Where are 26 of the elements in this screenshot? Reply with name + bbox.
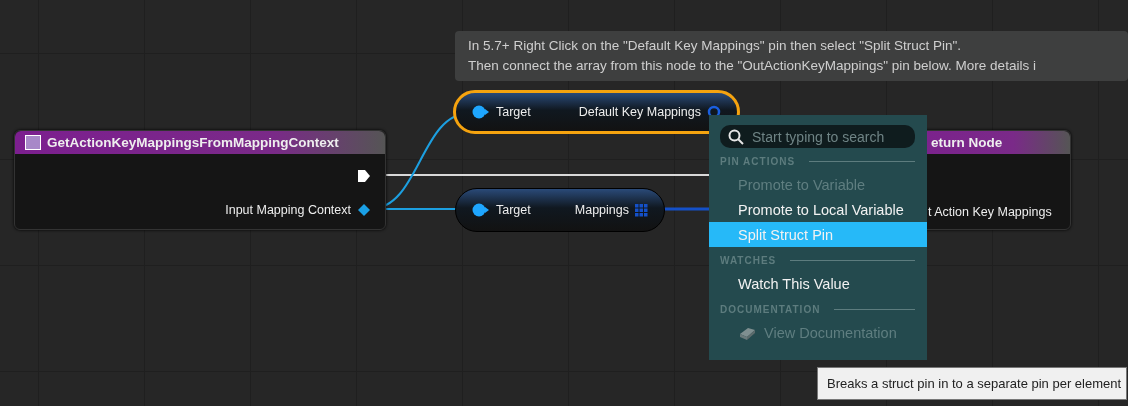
object-pin-icon[interactable]: [472, 105, 490, 119]
section-heading: PIN ACTIONS: [720, 155, 796, 167]
node-title: GetActionKeyMappingsFromMappingContext: [47, 135, 339, 150]
node-title: eturn Node: [931, 135, 1003, 150]
exec-pin-icon[interactable]: [357, 169, 371, 183]
pin-label: Default Key Mappings: [578, 105, 701, 119]
pin-label: Input Mapping Context: [225, 203, 351, 217]
tooltip: Breaks a struct pin in to a separate pin per element: [817, 367, 1127, 400]
pin-label: t Action Key Mappings: [928, 205, 1052, 219]
pin-label: Mappings: [574, 203, 629, 217]
pure-node[interactable]: Target Mappings: [455, 188, 665, 232]
section-heading: DOCUMENTATION: [720, 303, 821, 315]
comment-text: In 5.7+ Right Click on the "Default Key Mappings" pin then select "Split Struct Pin".: [468, 37, 963, 55]
object-pin-icon[interactable]: [472, 203, 490, 217]
function-icon: [25, 135, 41, 150]
pin-label: Target: [496, 203, 531, 217]
pure-node[interactable]: Target Default Key Mappings: [453, 90, 740, 134]
comment-text: Then connect the array from this node to the "OutActionKeyMappings" pin below. More details i: [468, 57, 1037, 75]
diamond-pin-icon[interactable]: [357, 203, 371, 217]
section-heading: WATCHES: [720, 254, 777, 266]
search-icon: [728, 128, 744, 145]
grid-pin-icon[interactable]: [635, 203, 648, 217]
function-node[interactable]: GetActionKeyMappingsFromMappingContext Input Mapping Context: [14, 130, 386, 230]
pin-label: Target: [496, 105, 531, 119]
search-field[interactable]: Start typing to search: [720, 125, 915, 148]
menu-item[interactable]: Watch This Value: [709, 271, 927, 296]
